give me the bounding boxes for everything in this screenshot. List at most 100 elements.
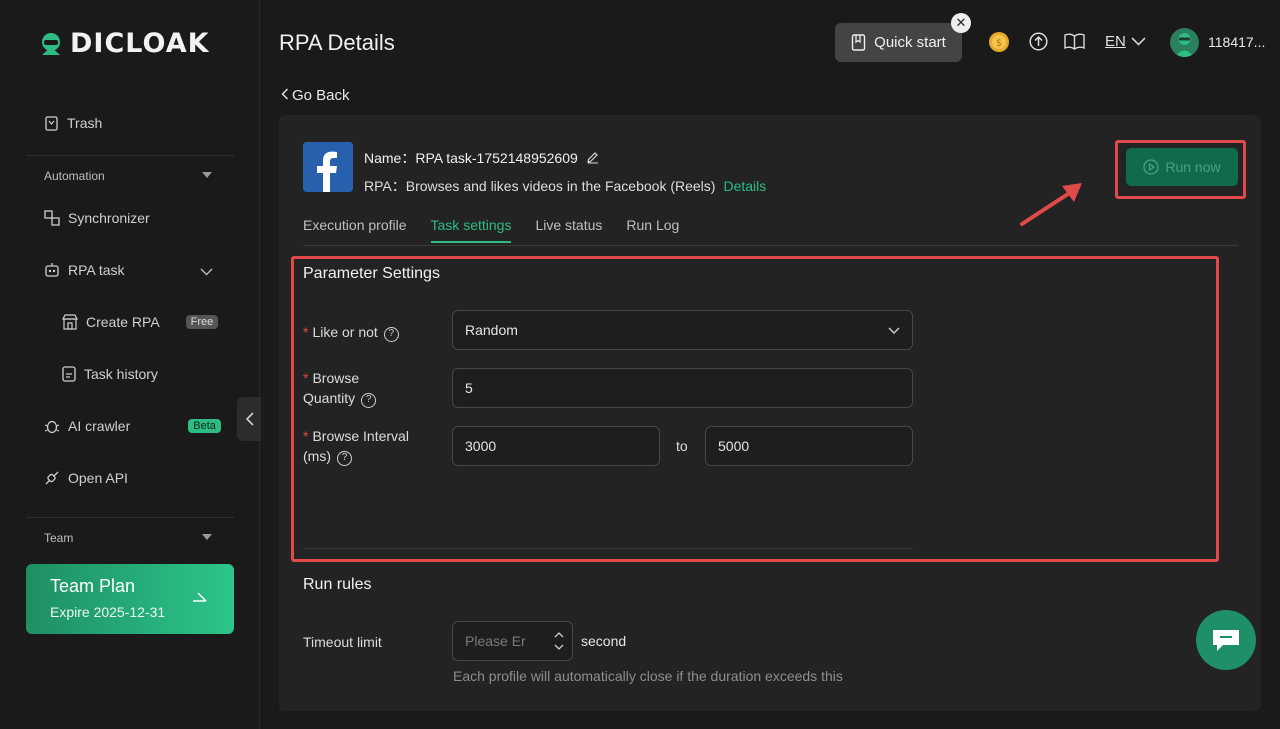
required-marker: * (303, 370, 309, 386)
team-plan-title: Team Plan (50, 576, 136, 596)
chevron-left-icon (281, 88, 288, 100)
sidebar-item-label: Task history (84, 366, 158, 382)
sidebar-item-create-rpa[interactable]: Create RPA Free (62, 314, 219, 330)
task-rpa-value: Browses and likes videos in the Facebook… (405, 178, 716, 194)
coin-icon[interactable]: $ (987, 30, 1011, 54)
sidebar: DICLOAK Trash Automation Synchronizer RP… (0, 0, 260, 729)
section-team: Team (44, 531, 74, 545)
caret-down-icon[interactable] (202, 172, 212, 178)
tab-execution-profile[interactable]: Execution profile (303, 217, 407, 243)
sidebar-item-synchronizer[interactable]: Synchronizer (44, 210, 150, 226)
store-icon (62, 314, 78, 330)
logo-text: DICLOAK (70, 28, 210, 59)
help-icon[interactable]: ? (361, 393, 377, 408)
play-icon (1143, 159, 1160, 175)
task-rpa: RPA：Browses and likes videos in the Face… (364, 176, 766, 196)
tab-run-log[interactable]: Run Log (626, 217, 679, 243)
caret-down-icon[interactable] (202, 534, 212, 540)
facebook-icon (303, 142, 353, 192)
logo[interactable]: DICLOAK (38, 28, 210, 59)
tab-live-status[interactable]: Live status (535, 217, 602, 243)
synchronizer-icon (44, 210, 60, 226)
help-icon[interactable]: ? (337, 451, 352, 466)
interval-to-input[interactable]: 5000 (705, 426, 913, 466)
required-marker: * (303, 428, 309, 444)
api-icon (45, 471, 59, 485)
language-selector[interactable]: EN (1105, 33, 1126, 50)
quick-start-button[interactable]: Quick start (835, 23, 962, 62)
upload-icon[interactable] (1029, 32, 1048, 51)
tab-bar: Execution profile Task settings Live sta… (303, 217, 679, 243)
timeout-hint: Each profile will automatically close if… (453, 668, 843, 684)
sidebar-collapse-button[interactable] (237, 397, 261, 441)
edit-icon[interactable] (586, 151, 599, 164)
sidebar-item-label: Create RPA (86, 314, 160, 330)
quick-start-label: Quick start (874, 34, 946, 51)
sidebar-item-rpa-task[interactable]: RPA task (44, 262, 125, 278)
interval-from-value: 3000 (465, 438, 497, 454)
chat-button[interactable] (1196, 610, 1256, 670)
browse-quantity-label: * Browse Quantity? (303, 368, 377, 408)
like-or-not-select[interactable]: Random (452, 310, 913, 350)
parameter-settings-title: Parameter Settings (303, 265, 440, 282)
go-back-link[interactable]: Go Back (281, 87, 350, 104)
team-plan-card[interactable]: Team Plan Expire 2025-12-31 (26, 564, 234, 634)
chevron-left-icon (245, 412, 254, 426)
bug-icon (44, 420, 60, 434)
details-link[interactable]: Details (723, 178, 766, 194)
run-rules-title: Run rules (303, 576, 372, 593)
help-icon[interactable]: ? (383, 327, 399, 342)
chevron-down-icon[interactable] (1131, 37, 1146, 46)
browse-qty-label-2: Quantity (303, 390, 356, 406)
user-id[interactable]: 118417... (1208, 34, 1265, 50)
sidebar-item-label: Trash (67, 115, 103, 131)
page-title: RPA Details (279, 30, 395, 55)
sidebar-item-label: RPA task (68, 262, 125, 278)
chevron-down-icon[interactable] (554, 644, 564, 650)
interval-to-label: to (676, 438, 688, 454)
task-name-value: RPA task-1752148952609 (415, 150, 578, 166)
sidebar-item-label: Open API (68, 470, 128, 486)
chat-icon (1213, 630, 1239, 651)
arrow-right-icon (193, 592, 207, 602)
browse-interval-label: * Browse Interval (ms)? (303, 426, 409, 466)
sidebar-item-label: Synchronizer (68, 210, 150, 226)
go-back-label: Go Back (292, 87, 350, 104)
beta-badge: Beta (188, 419, 221, 433)
timeout-limit-input[interactable]: Please Er (452, 621, 573, 661)
browse-quantity-input[interactable]: 5 (452, 368, 913, 408)
chevron-down-icon (888, 327, 900, 334)
browse-qty-value: 5 (465, 380, 473, 396)
like-or-not-label: * Like or not? (303, 322, 399, 342)
sidebar-item-trash[interactable]: Trash (44, 115, 102, 131)
divider (26, 517, 234, 518)
task-rpa-label: RPA： (364, 178, 406, 194)
browse-qty-label-1: Browse (312, 370, 360, 386)
sidebar-item-ai-crawler[interactable]: AI crawler Beta (44, 418, 221, 434)
section-divider (303, 548, 913, 549)
svg-text:$: $ (996, 38, 1002, 49)
run-now-button[interactable]: Run now (1126, 148, 1238, 186)
chevron-up-icon[interactable] (554, 632, 564, 638)
logo-icon (42, 32, 60, 55)
timeout-placeholder: Please Er (465, 633, 526, 649)
divider (26, 155, 234, 156)
document-icon (62, 366, 76, 382)
tab-task-settings[interactable]: Task settings (430, 217, 512, 243)
trash-icon (45, 116, 58, 131)
timeout-suffix: second (581, 633, 627, 649)
stepper[interactable] (554, 632, 564, 650)
sidebar-item-task-history[interactable]: Task history (62, 366, 158, 382)
avatar[interactable] (1170, 28, 1199, 57)
team-plan-expire: Expire 2025-12-31 (50, 604, 166, 620)
book-icon (851, 34, 866, 51)
red-arrow (1020, 183, 1082, 226)
robot-icon (45, 263, 59, 277)
close-icon[interactable]: ✕ (951, 13, 971, 33)
sidebar-item-open-api[interactable]: Open API (44, 470, 128, 486)
run-now-label: Run now (1165, 159, 1221, 175)
chevron-down-icon[interactable] (200, 268, 213, 276)
guide-icon[interactable] (1064, 33, 1085, 50)
section-automation: Automation (44, 169, 105, 183)
interval-from-input[interactable]: 3000 (452, 426, 660, 466)
